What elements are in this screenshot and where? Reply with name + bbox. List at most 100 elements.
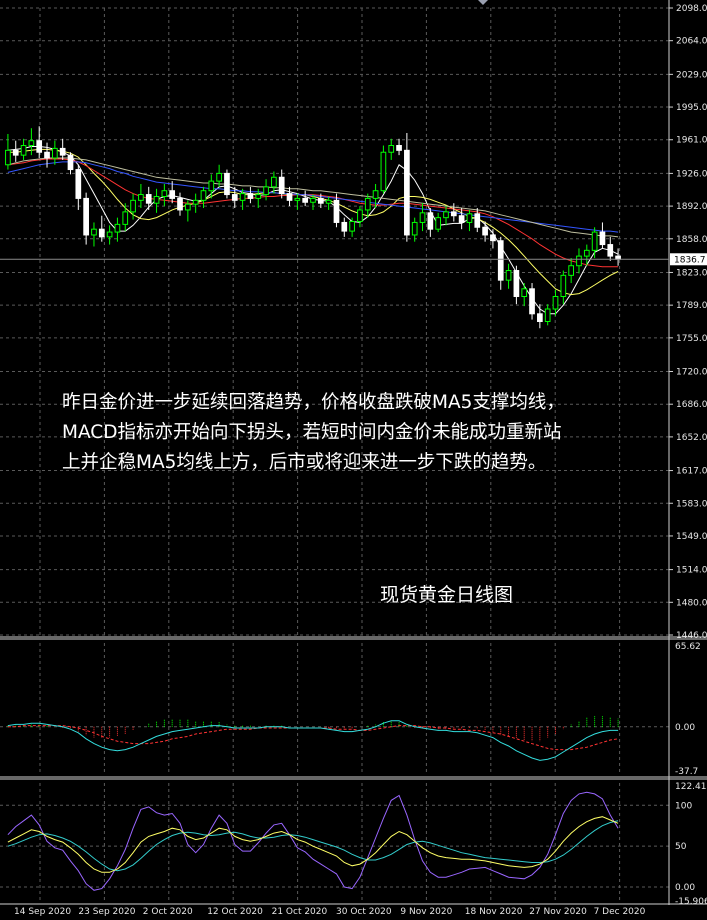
candle-body-54 — [427, 212, 434, 230]
candle-50 — [396, 138, 402, 156]
candle-body-6 — [52, 147, 58, 159]
candle-body-2 — [20, 145, 27, 156]
candle-body-42 — [333, 199, 340, 223]
candle-15 — [122, 203, 129, 232]
candle-51 — [404, 133, 410, 242]
candle-69 — [544, 304, 551, 326]
osc-line-k — [7, 816, 619, 873]
candle-body-70 — [552, 295, 559, 310]
candle-body-59 — [466, 213, 473, 223]
candle-67 — [529, 283, 535, 320]
candle-56 — [443, 206, 449, 226]
shift-marker-icon — [478, 0, 488, 5]
candle-body-73 — [576, 255, 582, 267]
candle-10 — [83, 192, 89, 245]
candle-body-11 — [91, 228, 97, 236]
candle-body-10 — [83, 197, 89, 236]
price-tick-label-2: 2029.0 — [676, 70, 707, 80]
candle-25 — [200, 186, 207, 209]
candle-body-25 — [200, 190, 207, 201]
candle-19 — [153, 188, 160, 213]
candle-body-65 — [513, 270, 520, 297]
candle-body-57 — [450, 211, 457, 217]
candle-body-29 — [231, 194, 238, 201]
price-tick-label-14: 1617.0 — [676, 467, 707, 477]
candle-53 — [419, 203, 426, 232]
candle-body-20 — [161, 190, 168, 197]
candle-75 — [591, 227, 598, 259]
date-label-5: 30 Oct 2020 — [336, 907, 392, 917]
candle-body-37 — [294, 197, 301, 201]
candle-55 — [435, 212, 442, 233]
candle-78 — [615, 248, 621, 266]
ma-line-2 — [7, 158, 619, 268]
candle-body-77 — [607, 244, 614, 257]
price-tick-label-19: 1446.0 — [676, 631, 707, 641]
candle-body-15 — [122, 211, 129, 225]
candle-body-71 — [560, 274, 567, 297]
price-tick-label-10: 1755.0 — [676, 334, 707, 344]
candle-17 — [138, 183, 144, 209]
candle-66 — [521, 283, 528, 307]
commentary-line-2: MACD指标亦开始向下拐头，若短时间内金价未能成功重新站 — [62, 422, 562, 443]
candle-76 — [599, 222, 606, 249]
candle-body-56 — [443, 211, 449, 219]
date-label-7: 18 Nov 2020 — [465, 907, 523, 917]
candle-body-45 — [357, 209, 363, 222]
candle-body-58 — [458, 215, 465, 223]
price-tick-label-18: 1480.0 — [676, 598, 707, 608]
candle-body-12 — [98, 228, 105, 238]
candle-body-24 — [192, 199, 199, 205]
candle-body-68 — [537, 313, 543, 323]
candle-body-3 — [28, 140, 35, 147]
date-axis: 14 Sep 2020 23 Sep 2020 2 Oct 2020 12 Oct 2… — [14, 907, 646, 917]
candle-body-19 — [153, 195, 160, 204]
price-axis: 2098.0 2064.0 2029.0 1995.0 1961.0 1926.0 1892… — [669, 4, 707, 641]
candle-body-30 — [239, 193, 246, 201]
candle-body-26 — [208, 180, 215, 192]
price-tick-label-6: 1892.0 — [676, 202, 707, 212]
chart-caption: 现货黄金日线图 — [380, 584, 514, 606]
candle-body-28 — [224, 172, 230, 196]
candle-body-40 — [317, 197, 324, 204]
candle-38 — [302, 190, 309, 207]
candle-body-69 — [544, 308, 551, 323]
candle-body-76 — [599, 231, 606, 246]
osc-tick-label-2: 50 — [675, 842, 687, 852]
current-price-label: 1836.7 — [674, 255, 706, 265]
price-tick-label-7: 1858.0 — [676, 235, 707, 245]
candle-9 — [75, 164, 82, 210]
candle-11 — [91, 222, 97, 247]
candle-body-53 — [419, 212, 426, 223]
candle-59 — [466, 209, 473, 232]
candle-54 — [427, 208, 434, 237]
candle-14 — [114, 217, 121, 242]
date-label-1: 23 Sep 2020 — [78, 907, 135, 917]
date-label-3: 12 Oct 2020 — [207, 907, 263, 917]
price-tick-label-5: 1926.0 — [676, 169, 707, 179]
commentary-line-1: 昨日金价进一步延续回落趋势，价格收盘跌破MA5支撑均线， — [62, 392, 565, 413]
candle-2 — [20, 138, 27, 160]
candle-24 — [192, 193, 199, 213]
candle-body-48 — [380, 151, 387, 192]
candle-body-72 — [568, 265, 574, 276]
price-tick-label-17: 1514.0 — [676, 566, 707, 576]
candle-body-33 — [263, 186, 269, 196]
candle-12 — [98, 215, 105, 242]
candle-43 — [341, 217, 348, 237]
candle-body-61 — [482, 226, 488, 236]
candle-body-32 — [255, 194, 262, 199]
candle-body-62 — [490, 234, 496, 242]
candle-body-52 — [411, 221, 418, 236]
price-tick-label-13: 1652.0 — [676, 433, 707, 443]
date-label-0: 14 Sep 2020 — [14, 907, 71, 917]
candle-77 — [607, 236, 614, 261]
macd-tick-label-1: 0.00 — [675, 723, 695, 733]
candle-body-41 — [325, 199, 332, 204]
candle-13 — [106, 225, 113, 245]
candle-22 — [177, 192, 183, 216]
candle-body-60 — [474, 213, 481, 228]
candle-body-63 — [497, 240, 504, 281]
chart-window: 2098.0 2064.0 2029.0 1995.0 1961.0 1926.0 1892… — [0, 0, 707, 920]
candle-65 — [513, 265, 520, 305]
